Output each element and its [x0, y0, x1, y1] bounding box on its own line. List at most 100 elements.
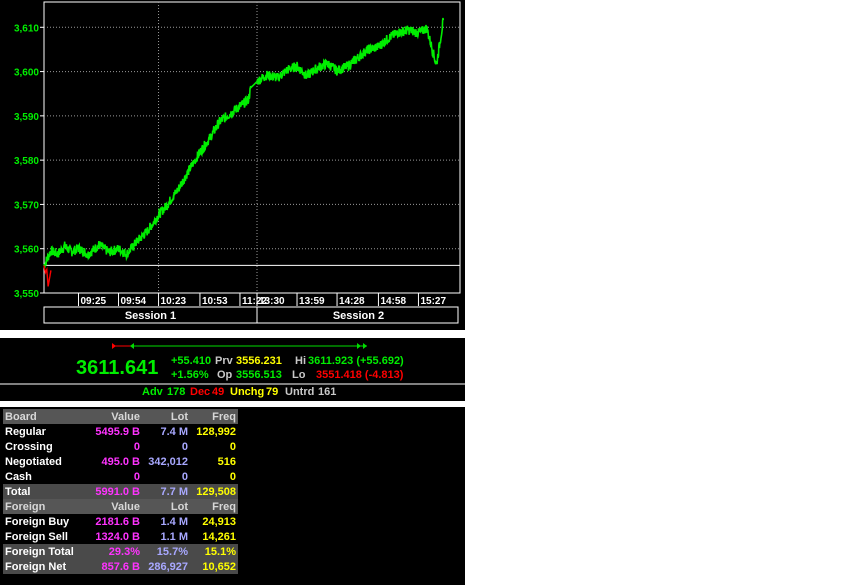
- x-tick-label: 09:54: [121, 296, 147, 307]
- table-row[interactable]: Negotiated 495.0 B 342,012 516: [3, 454, 238, 469]
- foreign-freq: 14,261: [202, 530, 236, 543]
- board-total-name: Total: [3, 484, 80, 499]
- index-change-pct: +1.56%: [171, 369, 209, 381]
- y-tick-label: 3,600: [14, 68, 39, 79]
- freq-header: Freq: [190, 409, 238, 424]
- board-lot: 7.4 M: [160, 425, 188, 438]
- range-open-marker-icon: [130, 343, 134, 349]
- low-label: Lo: [292, 369, 306, 381]
- unchg-label: Unchg: [230, 386, 264, 398]
- board-name: Cash: [5, 470, 32, 483]
- price-line: [43, 17, 445, 268]
- y-tick-label: 3,570: [14, 200, 39, 211]
- foreign-total-freq: 15.1%: [190, 544, 238, 559]
- foreign-total-lot: 15.7%: [142, 544, 190, 559]
- x-tick-label: 13:59: [299, 296, 325, 307]
- session-1-label: Session 1: [125, 310, 176, 322]
- low-value: 3551.418 (-4.813): [316, 369, 404, 381]
- adv-count: 178: [167, 386, 185, 398]
- adv-label: Adv: [142, 386, 164, 398]
- board-lot: 342,012: [148, 455, 188, 468]
- table-row[interactable]: Cash 0 0 0: [3, 469, 238, 484]
- foreign-net-freq: 10,652: [190, 559, 238, 574]
- board-header: Board: [3, 409, 80, 424]
- x-tick-label: 09:25: [81, 296, 107, 307]
- board-lot: 0: [181, 470, 188, 483]
- x-tick-label: 10:23: [161, 296, 187, 307]
- index-change: +55.410: [171, 355, 211, 367]
- table-row[interactable]: Foreign Sell 1324.0 B 1.1 M 14,261: [3, 529, 238, 544]
- foreign-lot-header: Lot: [142, 499, 190, 514]
- table-row[interactable]: Regular 5495.9 B 7.4 M 128,992: [3, 424, 238, 439]
- range-high-marker-icon: [363, 343, 367, 349]
- table-row[interactable]: Foreign Buy 2181.6 B 1.4 M 24,913: [3, 514, 238, 529]
- foreign-total-row[interactable]: Foreign Total 29.3% 15.7% 15.1%: [3, 544, 238, 559]
- foreign-value: 1324.0 B: [95, 530, 140, 543]
- high-label: Hi: [295, 355, 306, 367]
- foreign-net-lot: 286,927: [142, 559, 190, 574]
- foreign-name: Foreign Sell: [5, 530, 68, 543]
- untrd-count: 161: [318, 386, 336, 398]
- untrd-label: Untrd: [285, 386, 314, 398]
- index-summary: 3611.641 +55.410 +1.56% Prv 3556.231 Op …: [0, 343, 465, 398]
- foreign-value-header: Value: [80, 499, 142, 514]
- y-tick-label: 3,610: [14, 23, 39, 34]
- board-foreign-panel: Board Value Lot Freq Regular 5495.9 B 7.…: [0, 407, 465, 585]
- lot-header: Lot: [142, 409, 190, 424]
- board-header-row: Board Value Lot Freq: [3, 409, 238, 424]
- foreign-value: 2181.6 B: [95, 515, 140, 528]
- y-tick-label: 3,580: [14, 156, 39, 167]
- board-freq: 128,992: [196, 425, 236, 438]
- high-value: 3611.923 (+55.692): [308, 355, 404, 367]
- board-name: Regular: [5, 425, 46, 438]
- range-current-marker-icon: [357, 343, 361, 349]
- foreign-freq-header: Freq: [190, 499, 238, 514]
- foreign-name: Foreign Buy: [5, 515, 70, 528]
- foreign-lot: 1.4 M: [160, 515, 188, 528]
- below-prev-line: [43, 265, 52, 287]
- open-value: 3556.513: [236, 369, 282, 381]
- y-tick-label: 3,550: [14, 289, 39, 300]
- intraday-chart[interactable]: 3,550 3,560 3,570 3,580 3,590 3,600 3,610 09:2…: [0, 0, 465, 330]
- x-tick-label: 14:28: [339, 296, 365, 307]
- foreign-net-value: 857.6 B: [80, 559, 142, 574]
- board-value: 0: [133, 470, 140, 483]
- open-label: Op: [217, 369, 233, 381]
- board-freq: 0: [229, 440, 236, 453]
- board-value: 0: [133, 440, 140, 453]
- y-tick-label: 3,560: [14, 245, 39, 256]
- foreign-net-row[interactable]: Foreign Net 857.6 B 286,927 10,652: [3, 559, 238, 574]
- range-low-marker-icon: [112, 343, 116, 349]
- foreign-total-value: 29.3%: [80, 544, 142, 559]
- x-tick-label: 13:30: [259, 296, 285, 307]
- dec-count: 49: [212, 386, 224, 398]
- foreign-lot: 1.1 M: [160, 530, 188, 543]
- board-freq: 0: [229, 470, 236, 483]
- prev-value: 3556.231: [236, 355, 282, 367]
- index-value: 3611.641: [76, 357, 158, 379]
- y-tick-label: 3,590: [14, 112, 39, 123]
- foreign-header: Foreign: [3, 499, 80, 514]
- board-table: Board Value Lot Freq Regular 5495.9 B 7.…: [3, 409, 238, 574]
- value-header: Value: [80, 409, 142, 424]
- board-name: Negotiated: [5, 455, 62, 468]
- x-tick-label: 15:27: [420, 296, 446, 307]
- session-2-label: Session 2: [333, 310, 384, 322]
- board-value: 5495.9 B: [95, 425, 140, 438]
- board-lot: 0: [181, 440, 188, 453]
- board-freq: 516: [217, 455, 236, 468]
- foreign-header-row: Foreign Value Lot Freq: [3, 499, 238, 514]
- board-total-row[interactable]: Total 5991.0 B 7.7 M 129,508: [3, 484, 238, 499]
- session-bar: [43, 306, 459, 324]
- board-total-freq: 129,508: [190, 484, 238, 499]
- index-summary-panel: 3611.641 +55.410 +1.56% Prv 3556.231 Op …: [0, 338, 465, 401]
- foreign-total-name: Foreign Total: [3, 544, 80, 559]
- x-tick-label: 14:58: [380, 296, 406, 307]
- table-row[interactable]: Crossing 0 0 0: [3, 439, 238, 454]
- board-total-lot: 7.7 M: [142, 484, 190, 499]
- board-total-value: 5991.0 B: [80, 484, 142, 499]
- x-tick-label: 10:53: [202, 296, 228, 307]
- intraday-chart-panel: 3,550 3,560 3,570 3,580 3,590 3,600 3,610 09:2…: [0, 0, 465, 330]
- prev-label: Prv: [215, 355, 234, 367]
- foreign-net-name: Foreign Net: [3, 559, 80, 574]
